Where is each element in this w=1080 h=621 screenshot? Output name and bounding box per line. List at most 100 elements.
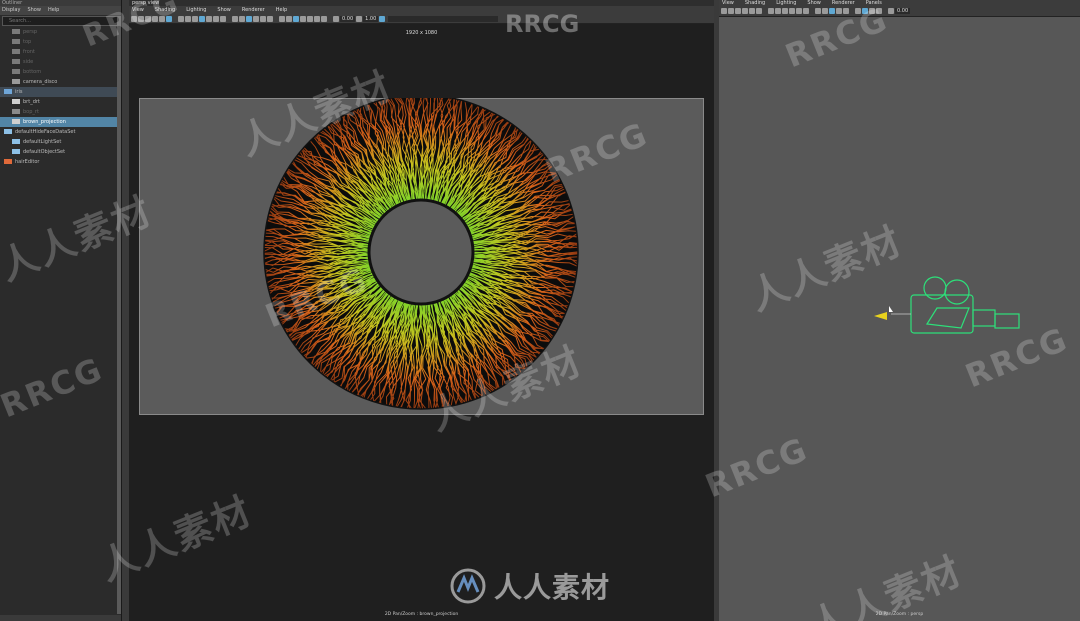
shadows-icon[interactable] xyxy=(267,15,273,22)
hair-icon xyxy=(4,159,12,164)
image-plane-icon[interactable] xyxy=(152,15,158,22)
menu-show[interactable]: Show xyxy=(27,6,41,15)
r-wireframe-on-shaded-icon[interactable] xyxy=(829,8,835,14)
r-ambient-occlusion-icon[interactable] xyxy=(855,8,861,14)
pan-zoom-icon[interactable] xyxy=(159,15,165,22)
r-film-gate-icon[interactable] xyxy=(775,8,781,14)
outliner-item[interactable]: persp xyxy=(0,27,121,37)
lock-camera-icon[interactable] xyxy=(138,15,144,22)
left-menu-help[interactable]: Help xyxy=(276,6,287,14)
right-viewport: View Shading Lighting Show Renderer Pane… xyxy=(719,0,1080,621)
r-safe-action-icon[interactable] xyxy=(803,8,809,14)
outliner-item-label: defaultObjectSet xyxy=(23,149,66,155)
antialias-icon[interactable] xyxy=(293,15,299,22)
r-grid-icon[interactable] xyxy=(768,8,774,14)
right-menu-show[interactable]: Show xyxy=(807,0,821,6)
outliner-item[interactable]: bop_rt xyxy=(0,107,121,117)
resolution-label: 1920 x 1080 xyxy=(405,30,438,36)
r-antialias-icon[interactable] xyxy=(862,8,868,14)
outliner-item-label: bottom xyxy=(23,69,42,75)
safe-action-icon[interactable] xyxy=(213,15,219,22)
r-image-plane-icon[interactable] xyxy=(742,8,748,14)
outliner-item[interactable]: defaultLightSet xyxy=(0,137,121,147)
r-exposure-field[interactable]: 0.00 xyxy=(895,8,911,14)
bookmark-icon[interactable] xyxy=(145,15,151,22)
r-pan-zoom-icon[interactable] xyxy=(749,8,755,14)
wireframe-icon[interactable] xyxy=(232,15,238,22)
node-icon xyxy=(12,119,20,124)
right-menu-lighting[interactable]: Lighting xyxy=(776,0,796,6)
left-menu-shading[interactable]: Shading xyxy=(155,6,175,14)
outliner-item[interactable]: defaultObjectSet xyxy=(0,147,121,157)
r-isolate-icon[interactable] xyxy=(869,8,875,14)
camera-wireframe[interactable] xyxy=(869,270,1029,350)
gamma-icon[interactable] xyxy=(356,15,363,22)
menu-display[interactable]: Display xyxy=(2,6,20,15)
outliner-item-label: bop_rt xyxy=(23,109,39,115)
motion-blur-icon[interactable] xyxy=(286,15,292,22)
r-select-camera-icon[interactable] xyxy=(721,8,727,14)
ambient-occlusion-icon[interactable] xyxy=(279,15,285,22)
field-chart-icon[interactable] xyxy=(206,15,212,22)
view-transform-dropdown[interactable] xyxy=(388,15,499,22)
r-grease-pencil-icon[interactable] xyxy=(756,8,762,14)
r-wireframe-icon[interactable] xyxy=(815,8,821,14)
safe-title-icon[interactable] xyxy=(220,15,226,22)
gate-mask-icon[interactable] xyxy=(199,15,205,22)
outliner-item[interactable]: front xyxy=(0,47,121,57)
outliner-h-scrollbar[interactable] xyxy=(0,615,121,621)
right-menu-renderer[interactable]: Renderer xyxy=(832,0,855,6)
outliner-scrollbar[interactable] xyxy=(117,16,121,614)
gamma-field[interactable]: 1.00 xyxy=(363,15,379,22)
textured-icon[interactable] xyxy=(253,15,259,22)
r-resolution-gate-icon[interactable] xyxy=(782,8,788,14)
outliner-item[interactable]: brt_drt xyxy=(0,97,121,107)
right-menu-view[interactable]: View xyxy=(722,0,734,6)
outliner-item[interactable]: camera_disco xyxy=(0,77,121,87)
left-menu-lighting[interactable]: Lighting xyxy=(186,6,206,14)
panel-divider[interactable] xyxy=(122,0,129,621)
scroll-thumb[interactable] xyxy=(117,16,121,614)
left-menu-show[interactable]: Show xyxy=(217,6,231,14)
exposure-icon[interactable] xyxy=(333,15,339,22)
select-camera-icon[interactable] xyxy=(131,15,137,22)
r-bookmark-icon[interactable] xyxy=(735,8,741,14)
r-smooth-shade-icon[interactable] xyxy=(822,8,828,14)
isolate-icon[interactable] xyxy=(307,15,313,22)
left-menu-view[interactable]: View xyxy=(132,6,144,14)
left-menu-renderer[interactable]: Renderer xyxy=(242,6,265,14)
xray-joints-icon[interactable] xyxy=(321,15,327,22)
r-field-chart-icon[interactable] xyxy=(796,8,802,14)
outliner-item[interactable]: hairEditor xyxy=(0,157,121,167)
color-management-icon[interactable] xyxy=(379,15,386,22)
outliner-item[interactable]: bottom xyxy=(0,67,121,77)
dof-icon[interactable] xyxy=(300,15,306,22)
right-menu-panels[interactable]: Panels xyxy=(866,0,882,6)
r-lights-icon[interactable] xyxy=(843,8,849,14)
r-textured-icon[interactable] xyxy=(836,8,842,14)
wireframe-on-shaded-icon[interactable] xyxy=(246,15,252,22)
outliner-item[interactable]: top xyxy=(0,37,121,47)
r-xray-icon[interactable] xyxy=(876,8,882,14)
outliner-search-input[interactable]: Search... xyxy=(2,16,119,26)
right-menu-shading[interactable]: Shading xyxy=(745,0,765,6)
resolution-gate-icon[interactable] xyxy=(192,15,198,22)
iris-render[interactable] xyxy=(139,98,704,415)
outliner-item[interactable]: defaultHideFaceDataSet xyxy=(0,127,121,137)
exposure-field[interactable]: 0.00 xyxy=(340,15,356,22)
outliner-item[interactable]: iris xyxy=(0,87,121,97)
lights-icon[interactable] xyxy=(260,15,266,22)
grid-icon[interactable] xyxy=(178,15,184,22)
r-exposure-icon[interactable] xyxy=(888,8,894,14)
node-icon xyxy=(12,99,20,104)
xray-icon[interactable] xyxy=(314,15,320,22)
r-gate-mask-icon[interactable] xyxy=(789,8,795,14)
menu-help[interactable]: Help xyxy=(48,6,59,15)
outliner-item[interactable]: side xyxy=(0,57,121,67)
camera-icon xyxy=(12,49,20,54)
r-lock-camera-icon[interactable] xyxy=(728,8,734,14)
outliner-item[interactable]: brown_projection xyxy=(0,117,121,127)
smooth-shade-icon[interactable] xyxy=(239,15,245,22)
film-gate-icon[interactable] xyxy=(185,15,191,22)
grease-pencil-icon[interactable] xyxy=(166,15,172,22)
